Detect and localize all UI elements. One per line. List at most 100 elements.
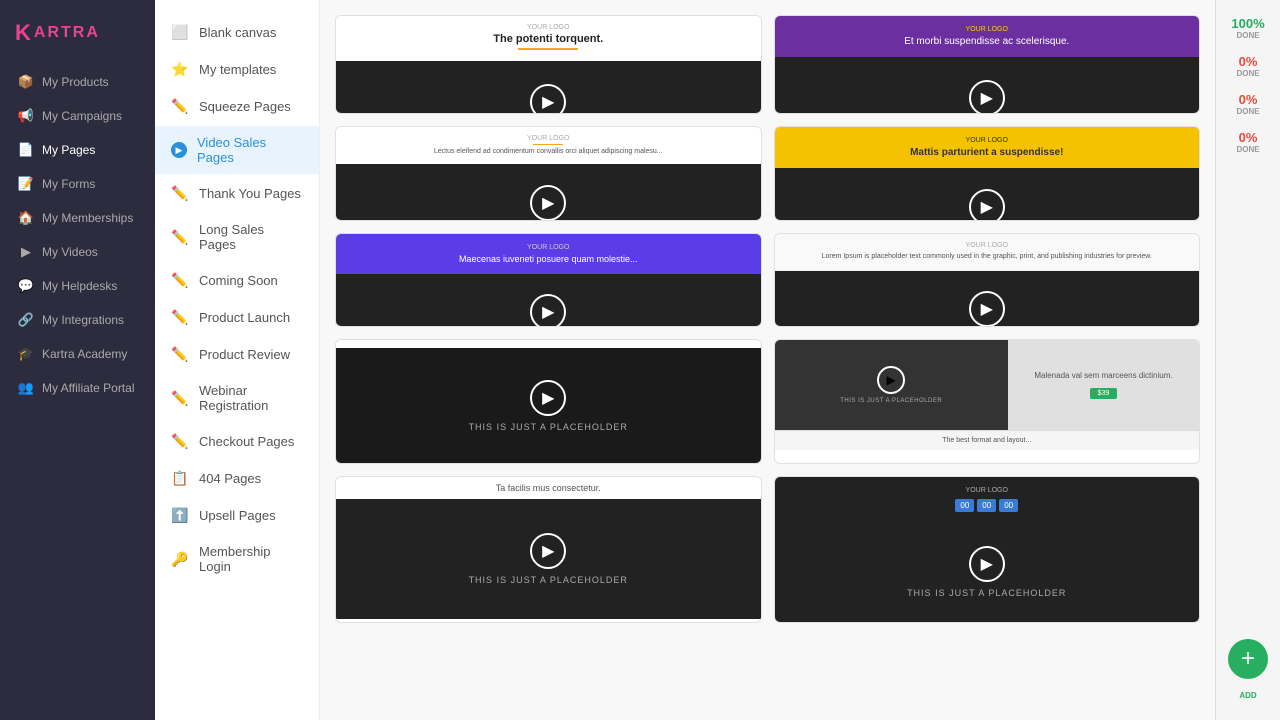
- menu-item-upsell[interactable]: ⬆️ Upsell Pages: [155, 498, 319, 533]
- menu-item-productlaunch[interactable]: ✏️ Product Launch: [155, 300, 319, 335]
- template-4-title: Mattis parturient a suspendisse!: [785, 147, 1190, 158]
- longsales-icon: ✏️: [171, 229, 189, 246]
- videos-icon: ▶: [18, 244, 34, 260]
- template-3-header: YOUR LOGO Lectus eleifend ad condimentum…: [336, 127, 761, 164]
- progress-label-4: DONE: [1236, 145, 1259, 154]
- menu-item-videosales[interactable]: ▶ Video Sales Pages: [155, 126, 319, 174]
- template-card-3[interactable]: YOUR LOGO Lectus eleifend ad condimentum…: [335, 126, 762, 221]
- countdown-mins: 00: [977, 499, 996, 512]
- template-menu-panel: ⬜ Blank canvas ⭐ My templates ✏️ Squeeze…: [155, 0, 320, 720]
- menu-item-404[interactable]: 📋 404 Pages: [155, 461, 319, 496]
- menu-item-membershiplogin[interactable]: 🔑 Membership Login: [155, 535, 319, 583]
- template-8-video: ▶ THIS IS JUST A PLACEHOLDER: [775, 340, 1008, 430]
- template-card-2[interactable]: YOUR LOGO Et morbi suspendisse ac sceler…: [774, 15, 1201, 114]
- productlaunch-icon: ✏️: [171, 309, 189, 326]
- play-icon-3: ▶: [530, 185, 566, 221]
- menu-item-comingsoon[interactable]: ✏️ Coming Soon: [155, 263, 319, 298]
- sidebar-item-forms[interactable]: 📝 My Forms: [8, 168, 147, 200]
- menu-item-thankyou[interactable]: ✏️ Thank You Pages: [155, 176, 319, 211]
- progress-badge-1: 100% DONE: [1222, 10, 1274, 46]
- add-icon: +: [1241, 645, 1255, 673]
- menu-item-blank[interactable]: ⬜ Blank canvas: [155, 15, 319, 50]
- template-8-side-text: Malenada val sem marceens dictinium.: [1034, 371, 1172, 381]
- template-card-7[interactable]: ▶ THIS IS JUST A PLACEHOLDER: [335, 339, 762, 464]
- add-button[interactable]: +: [1228, 639, 1268, 679]
- template-card-1[interactable]: YOUR LOGO The potenti torquent. ▶ THIS I…: [335, 15, 762, 114]
- progress-label-1: DONE: [1236, 31, 1259, 40]
- menu-item-webinar[interactable]: ✏️ Webinar Registration: [155, 374, 319, 422]
- template-5-logo: YOUR LOGO: [346, 244, 751, 251]
- template-8-cta: $39: [1090, 388, 1118, 399]
- menu-thankyou-label: Thank You Pages: [199, 186, 301, 201]
- template-10-logo: YOUR LOGO: [785, 487, 1190, 494]
- templates-panel[interactable]: YOUR LOGO The potenti torquent. ▶ THIS I…: [320, 0, 1215, 720]
- sidebar-item-integrations[interactable]: 🔗 My Integrations: [8, 304, 147, 336]
- template-9-header: Ta facilis mus consectetur.: [336, 477, 761, 499]
- play-icon-8: ▶: [877, 366, 905, 394]
- sidebar-products-label: My Products: [42, 75, 109, 89]
- menu-item-longsales[interactable]: ✏️ Long Sales Pages: [155, 213, 319, 261]
- affiliate-icon: 👥: [18, 380, 34, 396]
- menu-item-mytemplates[interactable]: ⭐ My templates: [155, 52, 319, 87]
- template-9-preview: ▶ THIS IS JUST A PLACEHOLDER: [336, 499, 761, 619]
- progress-pct-4: 0%: [1239, 130, 1258, 145]
- template-card-6[interactable]: YOUR LOGO Lorem Ipsum is placeholder tex…: [774, 233, 1201, 327]
- template-1-logo: YOUR LOGO: [346, 24, 751, 31]
- pages-icon: 📄: [18, 142, 34, 158]
- menu-item-checkout[interactable]: ✏️ Checkout Pages: [155, 424, 319, 459]
- checkout-icon: ✏️: [171, 433, 189, 450]
- template-2-logo: YOUR LOGO: [785, 26, 1190, 33]
- sidebar-forms-label: My Forms: [42, 177, 95, 191]
- sidebar-item-memberships[interactable]: 🏠 My Memberships: [8, 202, 147, 234]
- template-card-9[interactable]: Ta facilis mus consectetur. ▶ THIS IS JU…: [335, 476, 762, 623]
- menu-upsell-label: Upsell Pages: [199, 508, 276, 523]
- template-1-underline: [518, 48, 578, 50]
- countdown-timer: 00 00 00: [785, 499, 1190, 512]
- add-label: ADD: [1239, 691, 1256, 700]
- sidebar-item-academy[interactable]: 🎓 Kartra Academy: [8, 338, 147, 370]
- template-4-header: YOUR LOGO Mattis parturient a suspendiss…: [775, 127, 1200, 168]
- template-9-title: Ta facilis mus consectetur.: [346, 483, 751, 493]
- template-card-5[interactable]: YOUR LOGO Maecenas iuveneti posuere quam…: [335, 233, 762, 327]
- sidebar-item-videos[interactable]: ▶ My Videos: [8, 236, 147, 268]
- comingsoon-icon: ✏️: [171, 272, 189, 289]
- template-card-10[interactable]: YOUR LOGO 00 00 00 ▶ THIS IS JUST A PLAC…: [774, 476, 1201, 623]
- sidebar-item-pages[interactable]: 📄 My Pages: [8, 134, 147, 166]
- menu-item-productreview[interactable]: ✏️ Product Review: [155, 337, 319, 372]
- play-icon-7: ▶: [530, 380, 566, 416]
- progress-pct-3: 0%: [1239, 92, 1258, 107]
- logo-text: ARTRA: [34, 24, 100, 42]
- sidebar-campaigns-label: My Campaigns: [42, 109, 122, 123]
- sidebar-item-campaigns[interactable]: 📢 My Campaigns: [8, 100, 147, 132]
- template-9-placeholder: THIS IS JUST A PLACEHOLDER: [469, 575, 628, 585]
- template-5-header: YOUR LOGO Maecenas iuveneti posuere quam…: [336, 234, 761, 274]
- template-1-preview: ▶ THIS IS JUST A PLACEHOLDER: [336, 61, 761, 114]
- left-sidebar: K ARTRA 📦 My Products 📢 My Campaigns 📄 M…: [0, 0, 155, 720]
- products-icon: 📦: [18, 74, 34, 90]
- star-icon: ⭐: [171, 61, 189, 78]
- countdown-hours: 00: [955, 499, 974, 512]
- template-10-placeholder: THIS IS JUST A PLACEHOLDER: [907, 588, 1066, 598]
- template-5-title: Maecenas iuveneti posuere quam molestie.…: [346, 254, 751, 264]
- template-1-title: The potenti torquent.: [346, 33, 751, 45]
- menu-mytemplates-label: My templates: [199, 62, 276, 77]
- template-8-footer: The best format and layout...: [775, 430, 1200, 450]
- template-3-line: [533, 144, 563, 145]
- template-7-preview: ▶ THIS IS JUST A PLACEHOLDER: [336, 348, 761, 463]
- menu-comingsoon-label: Coming Soon: [199, 273, 278, 288]
- template-card-8[interactable]: ▶ THIS IS JUST A PLACEHOLDER Malenada va…: [774, 339, 1201, 464]
- sidebar-item-helpdesks[interactable]: 💬 My Helpdesks: [8, 270, 147, 302]
- template-6-logo: YOUR LOGO: [785, 242, 1190, 249]
- countdown-secs: 00: [999, 499, 1018, 512]
- menu-productlaunch-label: Product Launch: [199, 310, 290, 325]
- sidebar-item-products[interactable]: 📦 My Products: [8, 66, 147, 98]
- blank-icon: ⬜: [171, 24, 189, 41]
- sidebar-item-affiliate[interactable]: 👥 My Affiliate Portal: [8, 372, 147, 404]
- play-icon-6: ▶: [969, 291, 1005, 327]
- template-2-preview: ▶ THIS IS JUST A PLACEHOLDER: [775, 57, 1200, 114]
- template-card-4[interactable]: YOUR LOGO Mattis parturient a suspendiss…: [774, 126, 1201, 221]
- menu-item-squeeze[interactable]: ✏️ Squeeze Pages: [155, 89, 319, 124]
- productreview-icon: ✏️: [171, 346, 189, 363]
- right-panel: 100% DONE 0% DONE 0% DONE 0% DONE + ADD: [1215, 0, 1280, 720]
- template-2-subtitle: Et morbi suspendisse ac scelerisque.: [785, 36, 1190, 47]
